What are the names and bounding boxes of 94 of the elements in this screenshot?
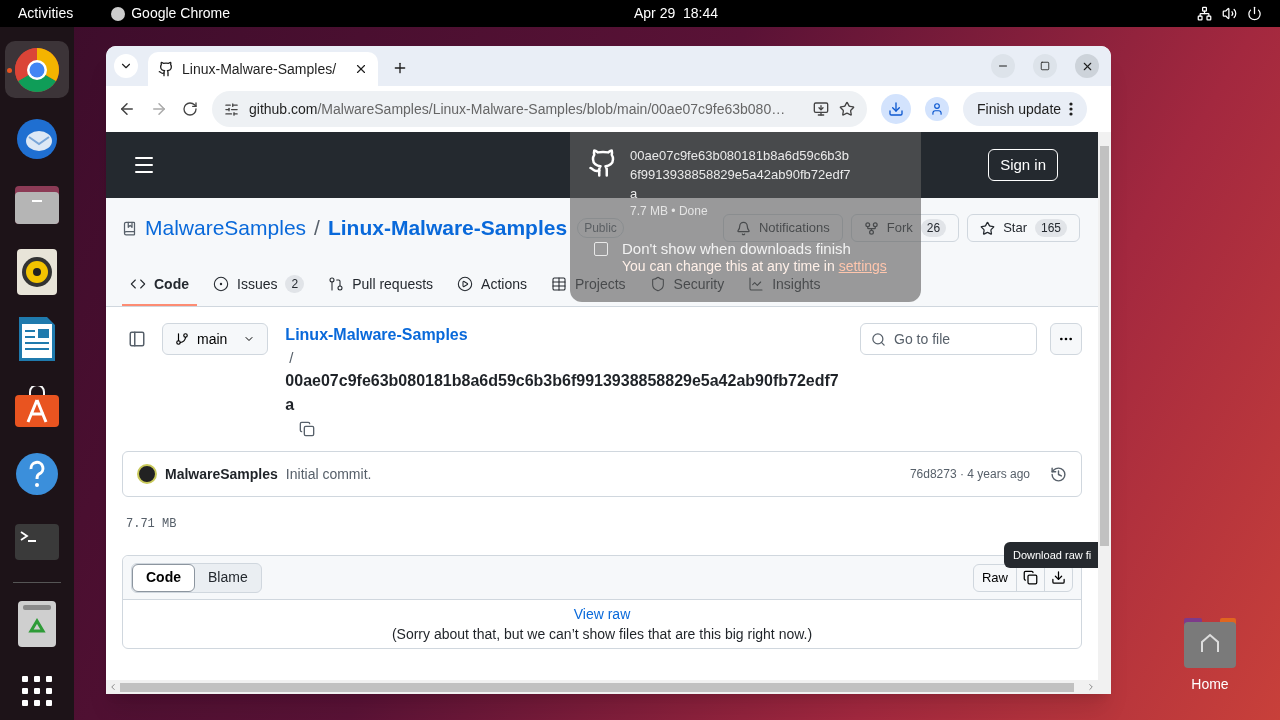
- commit-author[interactable]: MalwareSamples: [165, 463, 278, 485]
- branch-selector[interactable]: main: [162, 323, 269, 355]
- view-toggle[interactable]: Blame: [195, 563, 261, 592]
- bell-icon: [735, 220, 751, 236]
- pull-request-icon: [328, 276, 345, 292]
- avatar: [137, 464, 157, 484]
- app-icon: [111, 6, 126, 21]
- tab-title: Linux-Malware-Samples/: [182, 59, 338, 79]
- forward-icon: [150, 100, 168, 118]
- browser-tab[interactable]: Linux-Malware-Samples/: [148, 52, 378, 86]
- close-button[interactable]: [1075, 54, 1099, 78]
- repo-tab[interactable]: Actions: [449, 274, 535, 294]
- file-name: 00ae07c9fe63b080181b8a6d59c6b3b6f9913938858829e5a42ab90fb72edf7a: [285, 371, 840, 415]
- fork-icon: [863, 220, 879, 236]
- issue-icon: [213, 276, 229, 292]
- bookmark-icon: [839, 101, 855, 117]
- history-icon: [1050, 465, 1067, 483]
- copy-icon: [1023, 570, 1038, 585]
- commit-message[interactable]: Initial commit.: [285, 463, 372, 485]
- graph-icon: [748, 276, 765, 292]
- sign-in-button[interactable]: Sign in: [988, 149, 1058, 181]
- github-icon: [158, 61, 174, 77]
- url-text: github.com/MalwareSamples/Linux-Malware-Samples/blob/main/00ae07c9fe63b080…: [249, 99, 787, 119]
- side-panel-icon: [128, 330, 146, 348]
- star-button[interactable]: Star 165: [967, 214, 1080, 242]
- breadcrumb-link[interactable]: Linux-Malware-Samples: [285, 323, 842, 347]
- horizontal-scrollbar[interactable]: [120, 682, 1074, 692]
- tab-search-button[interactable]: [114, 54, 138, 78]
- repo-tab[interactable]: Pull requests: [320, 274, 442, 294]
- document-icon[interactable]: [18, 316, 56, 363]
- close-icon[interactable]: [354, 62, 368, 76]
- install-icon: [813, 101, 829, 117]
- speaker-icon[interactable]: [17, 248, 57, 295]
- file-size: 7.71 MB: [126, 516, 178, 533]
- maximize-button[interactable]: [1033, 54, 1057, 78]
- volume-icon: [1222, 6, 1237, 21]
- minimize-button[interactable]: [991, 54, 1015, 78]
- download-icon: [888, 101, 904, 117]
- code-icon: [130, 276, 146, 292]
- go-to-file-field[interactable]: Go to file: [860, 323, 1037, 355]
- update-button[interactable]: Finish update: [963, 92, 1088, 126]
- downloads-button[interactable]: [881, 94, 911, 124]
- download-hint: You can change this at any time in settings: [622, 259, 888, 273]
- browser-icon[interactable]: [13, 45, 61, 94]
- table-icon: [551, 276, 567, 292]
- back-icon: [118, 100, 136, 118]
- desktop-icon-label[interactable]: Home: [1191, 674, 1229, 695]
- plus-icon: [392, 60, 408, 76]
- repo-tab[interactable]: Code: [122, 274, 197, 294]
- commit-meta: 76d8273 · 4 years ago: [909, 466, 1030, 483]
- maximize-icon: [1040, 61, 1050, 71]
- view-toggle[interactable]: Code: [132, 563, 195, 592]
- tooltip: Download raw fi: [1004, 542, 1098, 568]
- reload-icon: [182, 101, 198, 117]
- search-icon: [871, 331, 886, 347]
- new-tab-button[interactable]: [392, 60, 408, 76]
- breadcrumb-separator: /: [289, 348, 295, 368]
- copy-icon: [299, 421, 316, 437]
- app-grid-icon[interactable]: [22, 676, 52, 707]
- address-bar[interactable]: github.com/MalwareSamples/Linux-Malware-Samples/blob/main/00ae07c9fe63b080…: [212, 91, 867, 127]
- person-icon: [930, 102, 944, 116]
- repo-link[interactable]: Linux-Malware-Samples: [327, 212, 568, 244]
- help-icon[interactable]: [15, 452, 59, 497]
- terminal-icon[interactable]: [15, 523, 59, 560]
- branch-icon: [175, 332, 189, 346]
- download-file-name: 00ae07c9fe63b080181b8a6d59c6b3b6f9913938858829e5a42ab90fb72edf7a: [630, 147, 852, 203]
- shield-icon: [649, 276, 666, 292]
- dock-item[interactable]: [5, 41, 69, 99]
- download-icon: [1051, 570, 1066, 585]
- power-icon: [1247, 6, 1262, 21]
- owner-link[interactable]: MalwareSamples: [145, 212, 307, 244]
- network-icon: [1197, 6, 1212, 21]
- folder-icon[interactable]: [14, 183, 60, 226]
- vertical-scrollbar[interactable]: [1100, 146, 1109, 546]
- scroll-right-icon: [1086, 682, 1096, 692]
- star-icon: [980, 220, 996, 236]
- more-icon: [1069, 102, 1074, 116]
- repo-icon: [122, 220, 137, 236]
- notice-text: (Sorry about that, but we can’t show files that are this big right now.): [391, 625, 813, 644]
- shopping-bag-icon[interactable]: [14, 385, 60, 428]
- trash-icon[interactable]: [18, 600, 56, 647]
- site-info-icon: [224, 101, 239, 117]
- app-menu[interactable]: Google Chrome: [131, 3, 231, 24]
- path-separator: /: [314, 215, 320, 242]
- checkbox[interactable]: [594, 241, 608, 256]
- scroll-left-icon: [108, 682, 118, 692]
- view-raw-link[interactable]: View raw: [573, 604, 631, 624]
- clock[interactable]: Apr 29 18:44: [634, 3, 719, 24]
- download-status: 7.7 MB • Done: [630, 203, 709, 220]
- play-icon: [457, 276, 474, 292]
- repo-tab[interactable]: Issues 2: [205, 274, 313, 294]
- activities-button[interactable]: Activities: [18, 3, 74, 24]
- profile-button[interactable]: [925, 97, 949, 121]
- fork-button[interactable]: Fork 26: [850, 214, 960, 242]
